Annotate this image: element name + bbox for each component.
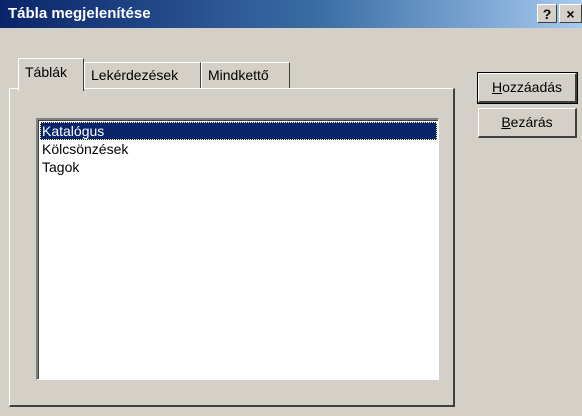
help-icon[interactable]: ? [537,4,557,23]
tab-label: Lekérdezések [91,67,179,83]
table-listbox[interactable]: Katalógus Kölcsönzések Tagok [36,118,439,380]
tab-tablak[interactable]: Táblák [18,58,84,91]
window-title: Tábla megjelenítése [8,5,151,22]
add-button[interactable]: Hozzáadás [477,72,578,104]
add-button-mnemonic: H [491,79,503,95]
tab-lekerdezesek[interactable]: Lekérdezések [84,62,201,88]
close-button[interactable]: Bezárás [478,108,577,138]
list-item-tagok[interactable]: Tagok [40,158,437,176]
tab-label: Mindkettő [208,67,269,83]
list-item-kolcsonzesek[interactable]: Kölcsönzések [40,140,437,158]
title-bar[interactable]: Tábla megjelenítése ? × [0,0,582,28]
add-button-label: ozzáadás [502,79,563,95]
close-icon[interactable]: × [559,4,582,23]
tab-label: Táblák [25,64,68,80]
tab-mindketto[interactable]: Mindkettő [201,62,290,88]
list-item-katalogus[interactable]: Katalógus [40,122,437,140]
close-button-mnemonic: B [501,114,511,130]
close-button-label: ezárás [510,114,553,130]
